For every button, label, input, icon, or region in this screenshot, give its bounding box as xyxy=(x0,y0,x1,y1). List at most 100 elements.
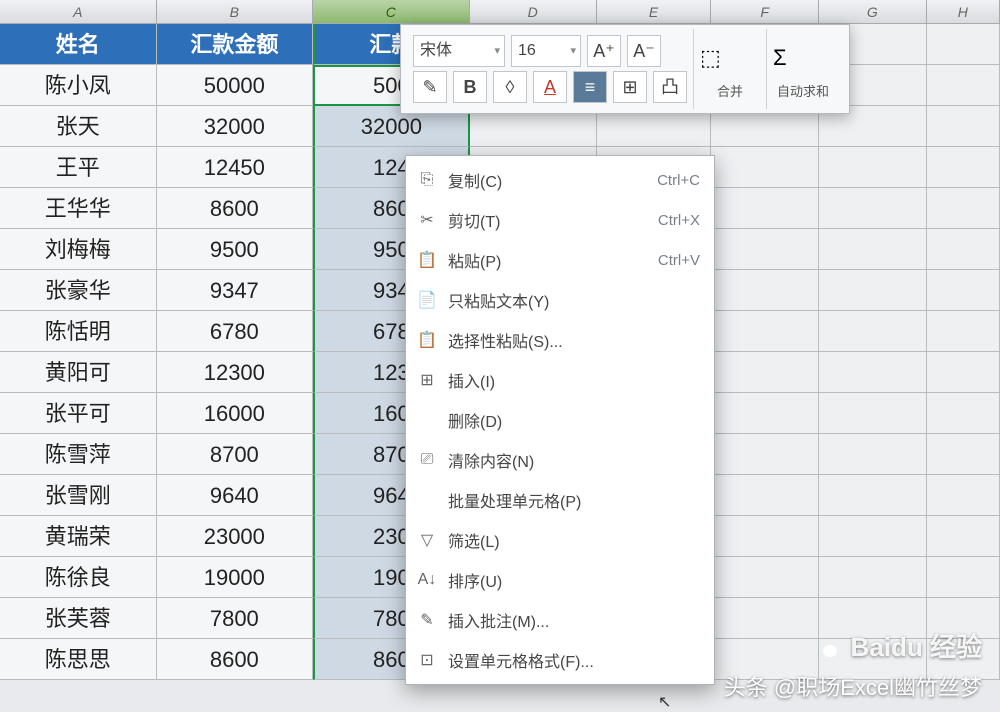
cell[interactable] xyxy=(927,229,1000,270)
context-menu-item[interactable]: ▽筛选(L) xyxy=(406,520,714,560)
cell[interactable] xyxy=(711,352,819,393)
cell[interactable] xyxy=(927,557,1000,598)
cell[interactable] xyxy=(819,475,927,516)
cell[interactable]: 张雪刚 xyxy=(0,475,157,516)
merge-button[interactable]: ⬚ 合并 xyxy=(700,39,760,100)
cell[interactable] xyxy=(819,393,927,434)
context-menu-item[interactable]: 📄只粘贴文本(Y) xyxy=(406,280,714,320)
cell[interactable] xyxy=(819,557,927,598)
autosum-button[interactable]: Σ 自动求和 xyxy=(773,39,833,100)
cell[interactable] xyxy=(819,147,927,188)
cell[interactable] xyxy=(711,147,819,188)
cell[interactable] xyxy=(927,434,1000,475)
col-header-F[interactable]: F xyxy=(711,0,819,23)
context-menu-item[interactable]: 📋粘贴(P)Ctrl+V xyxy=(406,240,714,280)
cell[interactable]: 8600 xyxy=(157,639,314,680)
cell[interactable] xyxy=(927,188,1000,229)
cell[interactable] xyxy=(711,393,819,434)
cell[interactable] xyxy=(819,188,927,229)
col-header-B[interactable]: B xyxy=(157,0,314,23)
format-painter-icon[interactable]: ✎ xyxy=(413,71,447,103)
cell[interactable]: 7800 xyxy=(157,598,314,639)
cell[interactable] xyxy=(711,188,819,229)
cell[interactable]: 32000 xyxy=(157,106,314,147)
cell[interactable]: 8700 xyxy=(157,434,314,475)
cell[interactable]: 陈恬明 xyxy=(0,311,157,352)
increase-font-icon[interactable]: A⁺ xyxy=(587,35,621,67)
cell[interactable]: 50000 xyxy=(157,65,314,106)
cell[interactable] xyxy=(927,270,1000,311)
cell[interactable] xyxy=(927,106,1000,147)
cell[interactable]: 张平可 xyxy=(0,393,157,434)
cell[interactable]: 12450 xyxy=(157,147,314,188)
cell[interactable]: 12300 xyxy=(157,352,314,393)
cell[interactable]: 陈小凤 xyxy=(0,65,157,106)
cell[interactable]: 刘梅梅 xyxy=(0,229,157,270)
cell[interactable]: 6780 xyxy=(157,311,314,352)
context-menu-item[interactable]: ⊞插入(I) xyxy=(406,360,714,400)
col-header-H[interactable]: H xyxy=(927,0,1000,23)
cell[interactable]: 23000 xyxy=(157,516,314,557)
col-header-G[interactable]: G xyxy=(819,0,927,23)
cell[interactable] xyxy=(819,270,927,311)
context-menu-item[interactable]: A↓排序(U) xyxy=(406,560,714,600)
context-menu-item[interactable]: ⎚清除内容(N) xyxy=(406,440,714,480)
cell[interactable] xyxy=(819,352,927,393)
cell[interactable]: 陈徐良 xyxy=(0,557,157,598)
cell[interactable]: 8600 xyxy=(157,188,314,229)
cell[interactable]: 张豪华 xyxy=(0,270,157,311)
cell[interactable]: 张天 xyxy=(0,106,157,147)
font-size-select[interactable]: 16 xyxy=(511,35,581,67)
cell[interactable] xyxy=(927,311,1000,352)
borders-icon[interactable]: ⊞ xyxy=(613,71,647,103)
cell[interactable] xyxy=(711,434,819,475)
context-menu-item[interactable]: ⎘复制(C)Ctrl+C xyxy=(406,160,714,200)
cell[interactable]: 9500 xyxy=(157,229,314,270)
cell[interactable]: 9347 xyxy=(157,270,314,311)
align-icon[interactable]: ≡ xyxy=(573,71,607,103)
cell-style-icon[interactable]: 凸 xyxy=(653,71,687,103)
cell[interactable]: 王平 xyxy=(0,147,157,188)
cell[interactable]: 汇款金额 xyxy=(157,24,314,65)
cell[interactable]: 陈雪萍 xyxy=(0,434,157,475)
cell[interactable] xyxy=(711,557,819,598)
cell[interactable]: 陈思思 xyxy=(0,639,157,680)
context-menu-item[interactable]: 批量处理单元格(P) xyxy=(406,480,714,520)
context-menu-item[interactable]: 删除(D) xyxy=(406,400,714,440)
cell[interactable] xyxy=(927,24,1000,65)
cell[interactable] xyxy=(711,516,819,557)
cell[interactable] xyxy=(711,229,819,270)
col-header-E[interactable]: E xyxy=(597,0,711,23)
cell[interactable] xyxy=(927,475,1000,516)
context-menu-item[interactable]: ⊡设置单元格格式(F)... xyxy=(406,640,714,680)
decrease-font-icon[interactable]: A⁻ xyxy=(627,35,661,67)
col-header-A[interactable]: A xyxy=(0,0,157,23)
cell[interactable] xyxy=(711,598,819,639)
col-header-D[interactable]: D xyxy=(470,0,597,23)
font-family-select[interactable]: 宋体 xyxy=(413,35,505,67)
cell[interactable] xyxy=(927,65,1000,106)
cell[interactable]: 16000 xyxy=(157,393,314,434)
cell[interactable] xyxy=(927,393,1000,434)
cell[interactable] xyxy=(819,434,927,475)
context-menu-item[interactable]: ✎插入批注(M)... xyxy=(406,600,714,640)
context-menu-item[interactable]: 📋选择性粘贴(S)... xyxy=(406,320,714,360)
cell[interactable]: 9640 xyxy=(157,475,314,516)
cell[interactable] xyxy=(711,311,819,352)
cell[interactable] xyxy=(711,270,819,311)
font-color-icon[interactable]: A xyxy=(533,71,567,103)
cell[interactable]: 王华华 xyxy=(0,188,157,229)
cell[interactable] xyxy=(711,475,819,516)
context-menu-item[interactable]: ✂剪切(T)Ctrl+X xyxy=(406,200,714,240)
cell[interactable] xyxy=(927,516,1000,557)
cell[interactable] xyxy=(927,147,1000,188)
cell[interactable]: 黄阳可 xyxy=(0,352,157,393)
fill-color-icon[interactable]: ◊ xyxy=(493,71,527,103)
cell[interactable]: 张芙蓉 xyxy=(0,598,157,639)
cell[interactable]: 姓名 xyxy=(0,24,157,65)
cell[interactable]: 19000 xyxy=(157,557,314,598)
col-header-C[interactable]: C xyxy=(313,0,470,23)
bold-icon[interactable]: B xyxy=(453,71,487,103)
cell[interactable] xyxy=(819,311,927,352)
cell[interactable] xyxy=(819,516,927,557)
